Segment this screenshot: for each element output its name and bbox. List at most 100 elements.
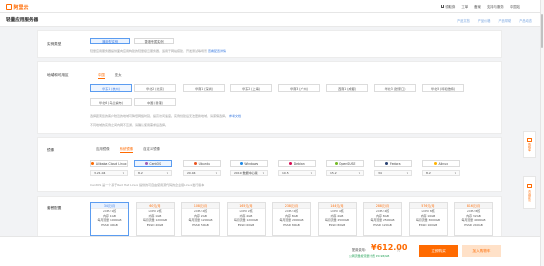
chevron-down-icon: ▾	[122, 171, 124, 175]
logo[interactable]: 阿里云	[6, 4, 29, 11]
os-option-7[interactable]: Alinux	[422, 160, 460, 167]
os-version-select[interactable]: 8.2 ▾	[134, 170, 172, 176]
os-option-0[interactable]: Alibaba Cloud Linux	[90, 160, 128, 167]
os-version-select[interactable]: 3.21.04 ▾	[90, 170, 128, 176]
package-card[interactable]: 816元/月 vCPU 8核 内存 32GB 每月流量 4000GB ESSD 240G…	[454, 202, 493, 236]
region-shanghai[interactable]: 华东2 (上海)	[230, 84, 272, 92]
package-disk: ESSD 160GB	[418, 222, 438, 227]
region-note-2: 不同地域的实例之间内网不互通，请确认使用需求后选择。	[90, 123, 169, 127]
instance-detail-link[interactable]: 查看配置详情	[208, 49, 226, 53]
instance-type-section: 实例类型 通用型实例 香港专属实例 轻量应用服务器提供面向应用构建的轻量级云服务…	[37, 30, 502, 58]
os-option-1[interactable]: CentOS	[134, 160, 172, 167]
region-hangzhou[interactable]: 华东1 (杭州)	[90, 84, 132, 92]
os-version-value: 20.04	[187, 171, 196, 175]
image-section: 镜像 应用镜像 系统镜像 自定义镜像 Alibaba Cloud Linux 3.…	[37, 137, 502, 192]
region-section: 地域和可用区 中国 亚太 华东1 (杭州) 华北2 (北京) 华南1 (深圳) …	[37, 61, 502, 134]
region-chengdu[interactable]: 西南1 (成都)	[326, 84, 368, 92]
scrollbar[interactable]	[540, 0, 544, 266]
package-disk: ESSD 50GB	[192, 222, 209, 227]
site-switch[interactable]: 中国站	[510, 4, 520, 9]
os-option-5[interactable]: OpenSUSE	[326, 160, 364, 167]
add-to-cart-button[interactable]: 加入购物车	[462, 245, 501, 257]
os-option-2[interactable]: Ubuntu	[183, 160, 221, 167]
buy-now-button[interactable]: 立即购买	[419, 245, 458, 257]
instance-type-note: 轻量应用服务器提供面向应用构建的轻量级云服务器，适用于网站搭建、开发测试等场景 …	[90, 49, 226, 53]
tab-system-image[interactable]: 系统镜像	[119, 146, 134, 153]
cart-icon	[440, 5, 445, 8]
region-wulanchabu[interactable]: 华北6 (乌兰察布)	[90, 98, 132, 106]
package-card[interactable]: 238元/月 vCPU 2核 内存 8GB 每月流量 2000GB ESSD 80GB	[272, 202, 311, 236]
os-version-select[interactable]: 10.5 ▾	[278, 170, 316, 176]
package-card[interactable]: 60元/月 vCPU 2核 内存 1GB 每月流量 1200GB ESSD 40GB	[135, 202, 175, 236]
os-logo-icon	[91, 162, 95, 165]
image-note: CentOS 是一个基于Red Hat Linux 提供的可自由使用源代码的企业…	[90, 183, 205, 187]
tab-custom-image[interactable]: 自定义镜像	[143, 146, 160, 153]
os-version-select[interactable]: 2019 数据中心版 ▾	[230, 170, 268, 176]
ticket-link[interactable]: 工单	[461, 4, 468, 9]
os-name: Ubuntu	[198, 161, 210, 166]
os-name: Windows	[244, 161, 259, 166]
tab-china[interactable]: 中国	[98, 72, 105, 79]
package-card[interactable]: 144元/月 vCPU 4核 内存 4GB 每月流量 2500GB ESSD 80GB	[317, 202, 357, 236]
traffic-price-note: 公网流量按流量计费 ¥0.98/GB	[349, 254, 390, 258]
instance-hk-option[interactable]: 香港专属实例	[134, 38, 174, 44]
os-option-3[interactable]: Windows	[230, 160, 268, 167]
region-huhehaote[interactable]: 华北5 (呼和浩特)	[422, 84, 464, 92]
icp-link[interactable]: 备案	[474, 4, 481, 9]
package-card[interactable]: 34元/月 vCPU 1核 内存 1GB 每月流量 1000GB ESSD 40GB	[90, 202, 129, 236]
package-disk: ESSD 60GB	[237, 222, 255, 227]
region-zhangjiakou[interactable]: 华北3 (张家口)	[374, 84, 416, 92]
pricing-link[interactable]: 产品价格	[478, 18, 491, 23]
tab-app-image[interactable]: 应用镜像	[96, 146, 110, 153]
os-logo-icon	[433, 162, 437, 165]
region-guangzhou[interactable]: 华南3 (广州)	[278, 84, 320, 92]
os-logo-icon	[144, 162, 148, 165]
os-logo-icon	[194, 162, 198, 165]
os-version-value: 34	[378, 171, 382, 175]
package-card[interactable]: 108元/月 vCPU 2核 内存 2GB 每月流量 1200GB ESSD 50GB	[181, 202, 220, 236]
float-cart[interactable]: 购物车	[523, 131, 536, 158]
package-disk: ESSD 40GB	[146, 222, 164, 227]
instance-general-option[interactable]: 通用型实例	[90, 38, 130, 44]
doc-link[interactable]: 产品文档	[457, 18, 470, 23]
region-doc-link[interactable]: 参考文档	[229, 114, 241, 118]
region-hongkong[interactable]: 中国 (香港)	[134, 98, 176, 106]
float-feedback[interactable]: 咨询建议	[523, 176, 536, 209]
news-link[interactable]: 产品动态	[519, 18, 532, 23]
region-note-1: 选择距离您的客户较近的地域可降低网络时延，提高访问速度。实例创建后无法更换地域，…	[90, 114, 241, 118]
tab-apac[interactable]: 亚太	[115, 72, 122, 79]
os-option-4[interactable]: Debian	[278, 160, 316, 167]
os-version-select[interactable]: 8.2 ▾	[422, 170, 460, 176]
os-version-select[interactable]: 20.04 ▾	[183, 170, 221, 176]
scrollbar-thumb[interactable]	[540, 14, 544, 48]
help-link[interactable]: 产品帮助	[499, 18, 512, 23]
price-label: 配置费用:	[352, 248, 366, 252]
chevron-down-icon: ▾	[454, 171, 456, 175]
os-version-value: 15.2	[330, 171, 337, 175]
support-link[interactable]: 支持与服务	[487, 4, 504, 9]
package-card[interactable]: 576元/月 vCPU 8核 内存 16GB 每月流量 3000GB ESSD 160G…	[408, 202, 448, 236]
page-header: 轻量应用服务器 产品文档 产品价格 产品帮助 产品动态	[0, 13, 540, 27]
top-nav: 阿里云 领取券 工单 备案 支持与服务 中国站	[0, 0, 544, 13]
os-version-select[interactable]: 34 ▾	[374, 170, 412, 176]
coupon-link[interactable]: 领取券	[440, 4, 455, 9]
package-label: 套餐配置	[47, 206, 62, 210]
region-shenzhen[interactable]: 华南1 (深圳)	[183, 84, 225, 92]
package-card[interactable]: 165元/月 vCPU 2核 内存 4GB 每月流量 1200GB ESSD 60GB	[226, 202, 266, 236]
region-beijing[interactable]: 华北2 (北京)	[134, 84, 176, 92]
os-logo-icon	[385, 162, 389, 165]
os-logo-icon	[334, 162, 338, 165]
chevron-down-icon: ▾	[406, 171, 408, 175]
chevron-down-icon: ▾	[215, 171, 217, 175]
package-section: 套餐配置 34元/月 vCPU 1核 内存 1GB 每月流量 1000GB ESSD 4…	[37, 196, 502, 238]
image-tabs: 应用镜像 系统镜像 自定义镜像	[96, 146, 160, 153]
os-version-select[interactable]: 15.2 ▾	[326, 170, 364, 176]
os-option-6[interactable]: Fedora	[374, 160, 412, 167]
os-logo-icon	[289, 162, 293, 165]
package-card[interactable]: 288元/月 vCPU 4核 内存 8GB 每月流量 2500GB ESSD 120GB	[363, 202, 402, 236]
package-disk: ESSD 240GB	[464, 222, 483, 227]
product-links: 产品文档 产品价格 产品帮助 产品动态	[457, 18, 532, 23]
cart-icon	[527, 137, 532, 142]
chevron-down-icon: ▾	[358, 171, 360, 175]
instance-type-label: 实例类型	[47, 42, 62, 46]
